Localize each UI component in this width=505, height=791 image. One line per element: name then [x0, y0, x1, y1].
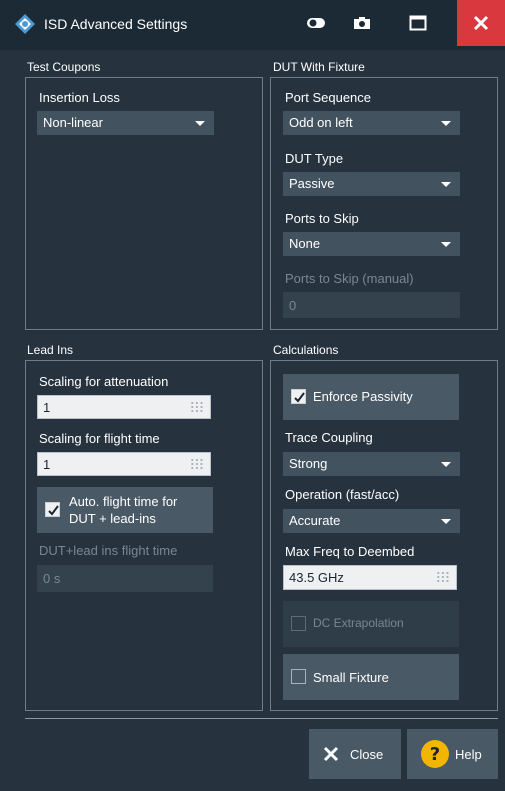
chevron-down-icon: [195, 121, 205, 126]
scaling-flight-value: 1: [43, 457, 51, 472]
dut-lead-flight-value: 0 s: [43, 571, 61, 586]
dut-type-label: DUT Type: [285, 151, 344, 166]
keypad-icon[interactable]: [190, 458, 204, 470]
ports-to-skip-manual-value: 0: [289, 298, 297, 313]
scaling-attenuation-label: Scaling for attenuation: [39, 374, 169, 389]
checkbox-checked-icon: [45, 502, 60, 517]
close-icon: [473, 15, 489, 31]
close-button[interactable]: Close: [309, 729, 401, 779]
help-icon: ?: [421, 740, 449, 768]
scaling-flight-input[interactable]: 1: [37, 452, 211, 476]
checkbox-unchecked-icon: [291, 616, 306, 631]
dut-lead-flight-field: 0 s: [37, 565, 213, 592]
insertion-loss-value: Non-linear: [43, 115, 103, 130]
ports-to-skip-value: None: [289, 236, 321, 251]
trace-coupling-label: Trace Coupling: [285, 430, 373, 445]
help-button-label: Help: [455, 746, 482, 762]
toggle-view-button[interactable]: [294, 0, 338, 46]
port-sequence-dropdown[interactable]: Odd on left: [283, 111, 460, 135]
help-button[interactable]: ? Help: [407, 729, 498, 779]
insertion-loss-label: Insertion Loss: [39, 90, 120, 105]
screenshot-button[interactable]: [340, 0, 384, 46]
auto-flight-label-line1: Auto. flight time for: [69, 494, 178, 509]
ports-to-skip-manual-label: Ports to Skip (manual): [285, 271, 414, 286]
dc-extrapolation-label: DC Extrapolation: [313, 616, 404, 630]
keypad-icon[interactable]: [190, 401, 204, 413]
insertion-loss-dropdown[interactable]: Non-linear: [37, 111, 214, 135]
maximize-button[interactable]: [396, 0, 440, 46]
title-bar: ISD Advanced Settings: [0, 0, 505, 50]
dut-with-fixture-group-label: DUT With Fixture: [273, 60, 365, 74]
operation-label: Operation (fast/acc): [285, 487, 400, 502]
auto-flight-time-checkbox[interactable]: Auto. flight time for DUT + lead-ins: [37, 487, 213, 533]
small-fixture-label: Small Fixture: [313, 670, 389, 685]
app-logo-icon: [15, 14, 35, 34]
close-button-label: Close: [350, 746, 384, 762]
dut-lead-flight-label: DUT+lead ins flight time: [39, 543, 178, 558]
chevron-down-icon: [441, 242, 451, 247]
chevron-down-icon: [441, 519, 451, 524]
enforce-passivity-checkbox[interactable]: Enforce Passivity: [283, 374, 459, 420]
ports-to-skip-dropdown[interactable]: None: [283, 232, 460, 256]
scaling-attenuation-input[interactable]: 1: [37, 395, 211, 419]
ports-to-skip-label: Ports to Skip: [285, 211, 359, 226]
footer-separator: [25, 718, 498, 719]
chevron-down-icon: [441, 121, 451, 126]
scaling-attenuation-value: 1: [43, 400, 51, 415]
checkbox-checked-icon: [291, 389, 306, 404]
max-freq-input[interactable]: 43.5 GHz: [283, 565, 457, 590]
enforce-passivity-label: Enforce Passivity: [313, 389, 413, 404]
port-sequence-value: Odd on left: [289, 115, 353, 130]
operation-value: Accurate: [289, 513, 341, 528]
maximize-icon: [409, 15, 427, 31]
max-freq-value: 43.5 GHz: [289, 570, 344, 585]
checkbox-unchecked-icon: [291, 669, 306, 684]
window-close-button[interactable]: [457, 0, 505, 46]
svg-text:?: ?: [430, 744, 440, 765]
calculations-group-label: Calculations: [273, 343, 339, 357]
auto-flight-label-line2: DUT + lead-ins: [69, 511, 156, 526]
keypad-icon[interactable]: [436, 571, 450, 583]
small-fixture-checkbox[interactable]: Small Fixture: [283, 654, 459, 700]
dut-type-value: Passive: [289, 176, 335, 191]
close-x-icon: [323, 746, 339, 762]
trace-coupling-value: Strong: [289, 456, 328, 471]
window-title: ISD Advanced Settings: [44, 16, 188, 32]
test-coupons-group-label: Test Coupons: [27, 60, 101, 74]
max-freq-label: Max Freq to Deembed: [285, 544, 415, 559]
trace-coupling-dropdown[interactable]: Strong: [283, 452, 460, 476]
dc-extrapolation-checkbox: DC Extrapolation: [283, 601, 459, 647]
scaling-flight-label: Scaling for flight time: [39, 431, 160, 446]
lead-ins-group-label: Lead Ins: [27, 343, 74, 357]
chevron-down-icon: [441, 462, 451, 467]
toggle-icon: [307, 18, 325, 28]
dut-type-dropdown[interactable]: Passive: [283, 172, 460, 196]
chevron-down-icon: [441, 182, 451, 187]
ports-to-skip-manual-field: 0: [283, 292, 460, 318]
port-sequence-label: Port Sequence: [285, 90, 372, 105]
operation-dropdown[interactable]: Accurate: [283, 509, 460, 533]
camera-icon: [354, 17, 370, 29]
